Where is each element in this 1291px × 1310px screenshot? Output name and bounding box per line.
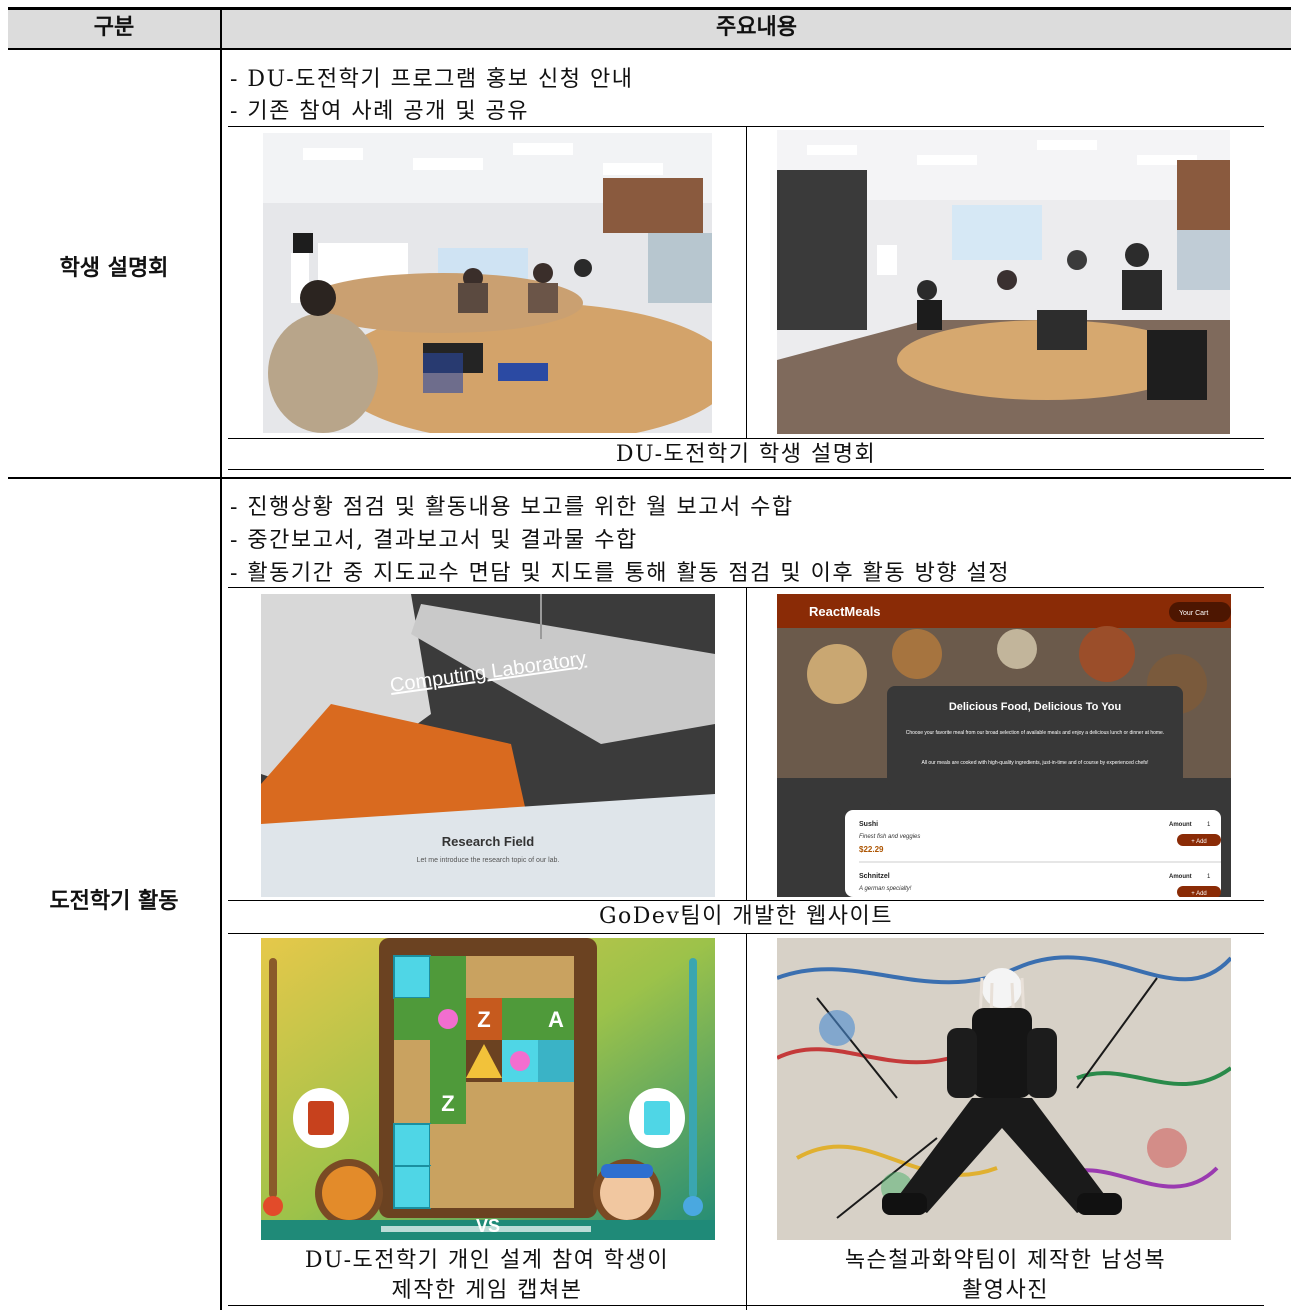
meal-item-price: $22.29 bbox=[859, 845, 884, 854]
fashion-caption-line1: 녹슨철과화약팀이 제작한 남성복 bbox=[844, 1248, 1167, 1273]
fashion-photo bbox=[777, 938, 1231, 1240]
game-tile-letter: A bbox=[548, 1007, 564, 1032]
lab-website-screenshot: Computing Laboratory Research Field Let … bbox=[261, 594, 715, 897]
meal-add-label: + Add bbox=[1191, 891, 1207, 897]
bullet-item: - 활동기간 중 지도교수 면담 및 지도를 통해 활동 점검 및 이후 활동 … bbox=[230, 561, 1011, 586]
row-label-challenge-activity: 도전학기 활동 bbox=[49, 889, 179, 914]
lab-site-section: Research Field bbox=[442, 834, 535, 849]
briefing-photo-right bbox=[777, 130, 1230, 434]
meals-cart: Your Cart bbox=[1179, 610, 1208, 617]
bullet-item: - DU-도전학기 프로그램 홍보 신청 안내 bbox=[230, 67, 634, 92]
briefing-caption: DU-도전학기 학생 설명회 bbox=[615, 442, 877, 467]
table-top-border bbox=[8, 7, 1291, 10]
meals-hero-text-2: All our meals are cooked with high-quali… bbox=[921, 760, 1148, 766]
header-category: 구분 bbox=[93, 15, 135, 40]
meal-amount-label: Amount bbox=[1169, 822, 1192, 828]
rule bbox=[228, 900, 1264, 901]
rule bbox=[228, 438, 1264, 439]
column-divider bbox=[220, 8, 222, 1310]
header-main-content: 주요내용 bbox=[716, 15, 797, 40]
rule bbox=[746, 587, 747, 900]
lab-site-subtitle: Let me introduce the research topic of o… bbox=[417, 857, 560, 864]
meal-item-desc: Finest fish and veggies bbox=[859, 834, 920, 840]
row-label-student-briefing: 학생 설명회 bbox=[59, 256, 169, 281]
bullet-item: - 중간보고서, 결과보고서 및 결과물 수합 bbox=[230, 528, 638, 553]
game-caption-line1: DU-도전학기 개인 설계 참여 학생이 bbox=[304, 1248, 670, 1273]
section-divider bbox=[8, 477, 1291, 479]
meal-add-label: + Add bbox=[1191, 839, 1207, 845]
game-screenshot: Z A Z VS bbox=[261, 938, 715, 1240]
meal-amount-label: Amount bbox=[1169, 874, 1192, 880]
fashion-caption-line2: 촬영사진 bbox=[962, 1278, 1049, 1303]
meals-brand: ReactMeals bbox=[809, 604, 881, 619]
meal-item-desc: A german specialty! bbox=[858, 886, 912, 892]
briefing-photo-left bbox=[263, 133, 712, 433]
meal-item-name: Sushi bbox=[859, 821, 878, 828]
bullet-item: - 기존 참여 사례 공개 및 공유 bbox=[230, 99, 530, 124]
meal-item-name: Schnitzel bbox=[859, 873, 890, 880]
game-tile-letter: Z bbox=[441, 1091, 454, 1116]
meals-hero-title: Delicious Food, Delicious To You bbox=[949, 701, 1121, 713]
game-tile-letter: Z bbox=[477, 1007, 490, 1032]
header-bottom-border bbox=[8, 48, 1291, 50]
game-caption-line2: 제작한 게임 캡쳐본 bbox=[391, 1278, 583, 1303]
website-caption: GoDev팀이 개발한 웹사이트 bbox=[598, 904, 894, 929]
rule bbox=[746, 126, 747, 438]
meals-website-screenshot: ReactMeals Your Cart Delicious Food, Del… bbox=[777, 594, 1231, 897]
game-vs-text: VS bbox=[476, 1216, 500, 1236]
bullet-item: - 진행상황 점검 및 활동내용 보고를 위한 월 보고서 수합 bbox=[230, 495, 794, 520]
meals-hero-text-1: Choose your favorite meal from our broad… bbox=[906, 730, 1164, 736]
